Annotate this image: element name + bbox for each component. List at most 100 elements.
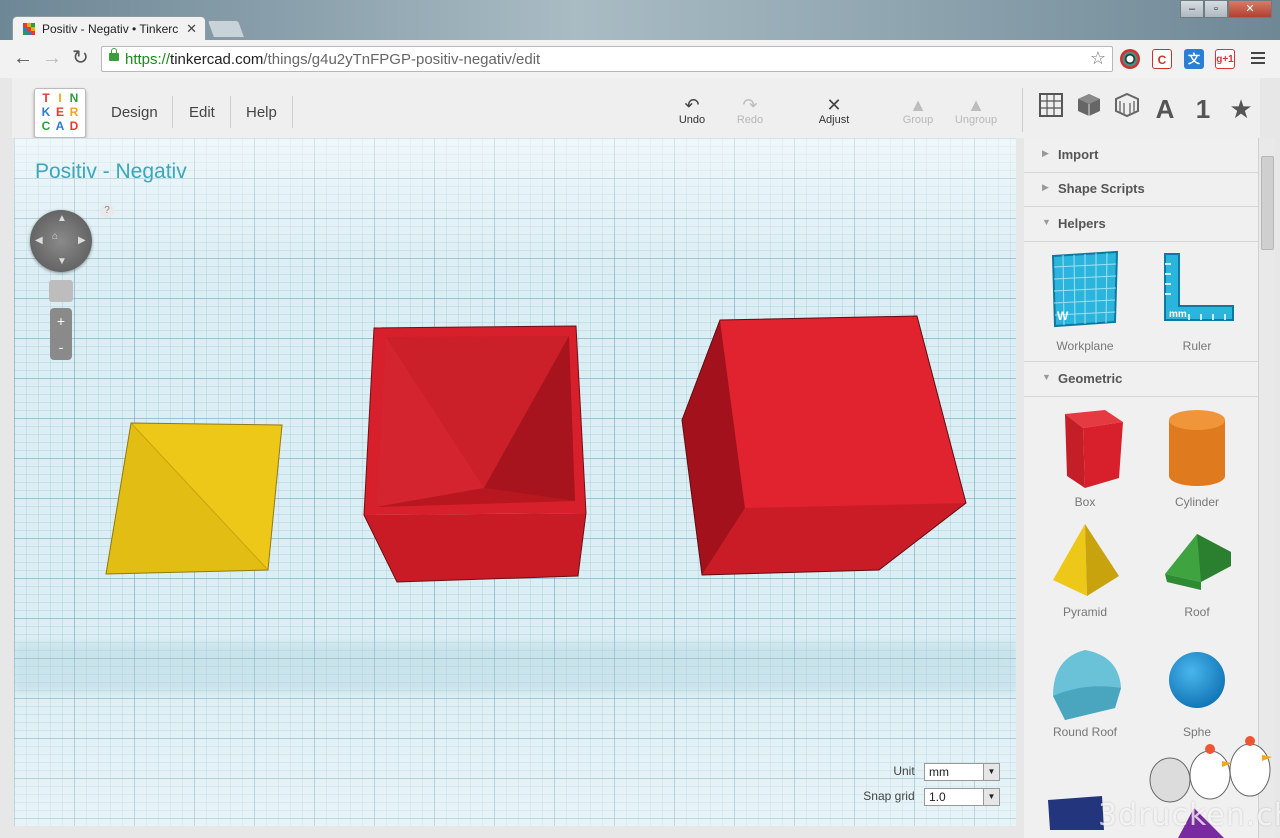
close-window-button[interactable]: ✕: [1228, 0, 1272, 18]
svg-text:mm: mm: [1169, 309, 1187, 320]
workplane-icon: W: [1051, 250, 1119, 328]
section-shape-scripts[interactable]: ▶ Shape Scripts: [1024, 172, 1260, 207]
snap-grid-setting: Snap grid 1.0 ▼: [863, 788, 1000, 806]
browser-tab[interactable]: Positiv - Negativ • Tinkerc ✕: [12, 16, 206, 42]
shape-box[interactable]: Box: [1029, 402, 1141, 509]
window-controls: – ▫ ✕: [1180, 0, 1272, 18]
perspective-toggle[interactable]: [49, 280, 73, 302]
menu-edit[interactable]: Edit: [189, 104, 215, 121]
group-button[interactable]: ▲ Group: [893, 94, 943, 126]
extension-c-icon[interactable]: C: [1152, 49, 1172, 69]
section-geometric[interactable]: ▼ Geometric: [1024, 361, 1260, 397]
collapsed-arrow-icon: ▶: [1042, 148, 1049, 158]
snap-grid-select[interactable]: 1.0 ▼: [924, 788, 1000, 806]
dropdown-arrow-icon: ▼: [983, 764, 999, 780]
unit-select[interactable]: mm ▼: [924, 763, 1000, 781]
workplane-viewport[interactable]: Positiv - Negativ ▲ ▼ ◀ ▶ ⌂ ? + - Unit m…: [14, 138, 1016, 826]
text-shapes-button[interactable]: A: [1148, 92, 1182, 126]
lock-icon: [109, 48, 119, 61]
new-tab-button[interactable]: [206, 20, 246, 38]
shape-sphere[interactable]: Sphe: [1141, 638, 1253, 739]
forward-arrow-icon[interactable]: →: [42, 48, 62, 68]
scrollbar-thumb[interactable]: [1261, 156, 1274, 250]
menu-divider: [230, 96, 231, 128]
shape-pyramid[interactable]: Pyramid: [1029, 518, 1141, 619]
star-icon: ★: [1229, 94, 1253, 124]
toolbar-divider: [1022, 88, 1023, 132]
roof-icon: [1165, 534, 1231, 590]
nav-left-arrow-icon[interactable]: ◀: [35, 235, 43, 246]
view-navigation-control[interactable]: ▲ ▼ ◀ ▶ ⌂: [30, 210, 92, 272]
number-shapes-button[interactable]: 1: [1186, 92, 1220, 126]
workplane-view-button[interactable]: [1034, 92, 1068, 126]
helper-ruler[interactable]: mm Ruler: [1141, 250, 1253, 353]
project-title[interactable]: Positiv - Negativ: [35, 160, 187, 184]
tab-title: Positiv - Negativ • Tinkerc: [42, 22, 179, 36]
address-bar[interactable]: https://tinkercad.com/things/g4u2yTnFPGP…: [101, 46, 1113, 72]
section-helpers[interactable]: ▼ Helpers: [1024, 207, 1260, 242]
back-arrow-icon[interactable]: ←: [13, 48, 33, 68]
solid-shapes-button[interactable]: [1072, 92, 1106, 126]
tinkercad-logo[interactable]: T I N K E R C A D: [34, 88, 86, 138]
ungroup-button[interactable]: ▲ Ungroup: [951, 94, 1001, 126]
zoom-out-button[interactable]: -: [50, 334, 72, 360]
bookmark-star-icon[interactable]: ☆: [1090, 48, 1106, 69]
undo-button[interactable]: ↶ Undo: [667, 94, 717, 126]
undo-icon: ↶: [684, 95, 700, 115]
red-hollow-box-shape[interactable]: [363, 325, 587, 583]
red-box-shape[interactable]: [681, 315, 967, 576]
maximize-button[interactable]: ▫: [1204, 0, 1228, 18]
menu-help[interactable]: Help: [246, 104, 277, 121]
collapsed-arrow-icon: ▶: [1042, 182, 1049, 192]
box-icon: [1065, 410, 1123, 488]
dropdown-arrow-icon: ▼: [983, 789, 999, 805]
minimize-button[interactable]: –: [1180, 0, 1204, 18]
shape-round-roof[interactable]: Round Roof: [1029, 638, 1141, 739]
app-header: T I N K E R C A D Design Edit Help ↶ Und…: [12, 78, 1260, 138]
tinkercad-app: T I N K E R C A D Design Edit Help ↶ Und…: [0, 78, 1280, 838]
menu-divider: [172, 96, 173, 128]
translate-icon[interactable]: 文: [1184, 49, 1204, 69]
helper-workplane[interactable]: W Workplane: [1029, 250, 1141, 353]
snap-grid-label: Snap grid: [863, 789, 915, 804]
reload-icon[interactable]: ↻: [72, 48, 89, 68]
expanded-arrow-icon: ▼: [1042, 372, 1051, 382]
ruler-icon: mm: [1164, 253, 1234, 321]
redo-button[interactable]: ↷ Redo: [725, 94, 775, 126]
cube-icon: [1078, 94, 1100, 116]
menu-divider: [292, 96, 293, 128]
favorites-button[interactable]: ★: [1224, 92, 1258, 126]
browser-toolbar: ← → ↻ https://tinkercad.com/things/g4u2y…: [0, 40, 1280, 79]
yellow-pyramid-shape[interactable]: [105, 422, 283, 575]
browser-menu-icon[interactable]: [1251, 52, 1265, 67]
home-view-icon[interactable]: ⌂: [52, 231, 58, 242]
tinkercad-favicon-icon: [23, 23, 35, 35]
window-titlebar: Positiv - Negativ • Tinkerc ✕ – ▫ ✕: [0, 0, 1280, 42]
ungroup-icon: ▲: [967, 95, 985, 115]
google-plus-icon[interactable]: g+1: [1215, 49, 1235, 69]
round-roof-icon: [1053, 650, 1121, 720]
nav-up-arrow-icon[interactable]: ▲: [57, 213, 67, 224]
extension-color-icon[interactable]: [1120, 49, 1140, 69]
pyramid-icon: [1053, 524, 1119, 596]
shape-roof[interactable]: Roof: [1141, 518, 1253, 619]
grid-icon: [1039, 93, 1063, 117]
shape-cylinder[interactable]: Cylinder: [1141, 402, 1253, 509]
svg-text:W: W: [1057, 309, 1069, 323]
hole-shapes-button[interactable]: [1110, 92, 1144, 126]
menu-design[interactable]: Design: [111, 104, 158, 121]
nav-right-arrow-icon[interactable]: ▶: [78, 235, 86, 246]
help-question-icon[interactable]: ?: [100, 204, 114, 218]
unit-label: Unit: [893, 764, 915, 779]
nav-down-arrow-icon[interactable]: ▼: [57, 256, 67, 267]
adjust-tools-icon: ✕: [826, 95, 842, 115]
tab-close-icon[interactable]: ✕: [186, 21, 197, 37]
adjust-button[interactable]: ✕ Adjust: [809, 94, 859, 126]
url-text: https://tinkercad.com/things/g4u2yTnFPGP…: [125, 51, 541, 68]
expanded-arrow-icon: ▼: [1042, 217, 1051, 227]
scene-objects: [14, 315, 1016, 693]
zoom-in-button[interactable]: +: [50, 308, 72, 334]
section-import[interactable]: ▶ Import: [1024, 138, 1260, 173]
group-icon: ▲: [909, 95, 927, 115]
striped-cube-icon: [1115, 92, 1139, 118]
